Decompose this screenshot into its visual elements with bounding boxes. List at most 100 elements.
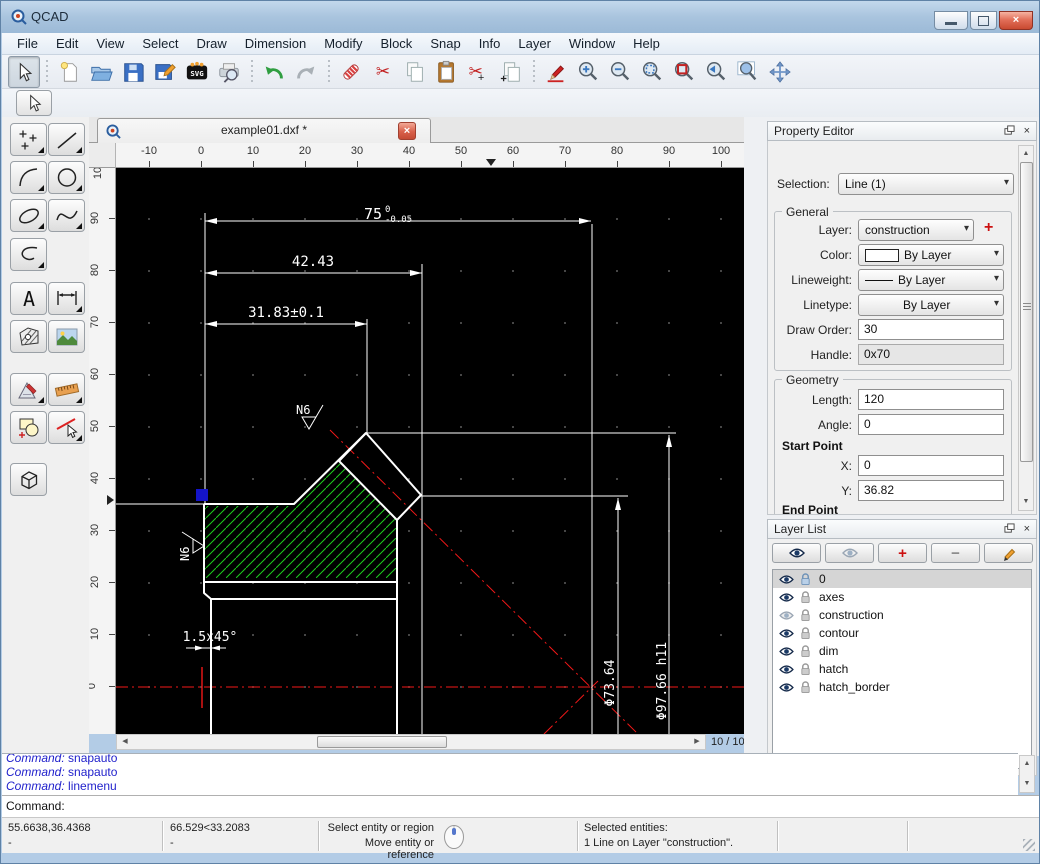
- draw-pencil-button[interactable]: [540, 56, 572, 88]
- angle-input[interactable]: 0: [858, 414, 1004, 435]
- close-button[interactable]: ×: [999, 11, 1033, 30]
- remove-layer-button[interactable]: −: [931, 543, 980, 563]
- command-history[interactable]: Command: snapauto Command: snapauto Comm…: [2, 753, 1018, 795]
- linetype-combo[interactable]: By Layer ▾: [858, 294, 1004, 316]
- tab-close-button[interactable]: ×: [398, 122, 416, 140]
- point-tool[interactable]: [10, 123, 47, 156]
- copy-button[interactable]: [399, 56, 431, 88]
- edit-layer-button[interactable]: [984, 543, 1033, 563]
- property-editor-title-bar[interactable]: Property Editor ×: [767, 121, 1037, 141]
- reset-tool-button[interactable]: [335, 56, 367, 88]
- isometric-projection-tool[interactable]: [10, 463, 47, 496]
- scroll-right-icon[interactable]: ▶: [690, 735, 704, 749]
- menu-help[interactable]: Help: [624, 34, 669, 53]
- drawing-canvas[interactable]: 75 0 -0.05 42.43 31.83±0.1 1.5x45° Φ73.6…: [116, 168, 744, 734]
- selection-combo[interactable]: Line (1) ▾: [838, 173, 1014, 195]
- zoom-in-button[interactable]: [572, 56, 604, 88]
- scroll-left-icon[interactable]: ◀: [118, 735, 132, 749]
- minimize-button[interactable]: [934, 11, 968, 30]
- selection-pointer-button[interactable]: [16, 90, 52, 116]
- layer-row-0[interactable]: 0: [773, 570, 1031, 588]
- layer-row-hatch[interactable]: hatch: [773, 660, 1031, 678]
- menu-select[interactable]: Select: [133, 34, 187, 53]
- hide-all-layers-button[interactable]: [825, 543, 874, 563]
- float-panel-icon[interactable]: [1004, 125, 1015, 136]
- layer-visible-icon[interactable]: [779, 628, 794, 639]
- image-tool[interactable]: [48, 320, 85, 353]
- command-input[interactable]: Command:: [2, 795, 1040, 817]
- document-tab[interactable]: example01.dxf * ×: [97, 118, 431, 143]
- layer-lock-icon[interactable]: [800, 573, 811, 586]
- zoom-to-selection-button[interactable]: [668, 56, 700, 88]
- undo-button[interactable]: [258, 56, 290, 88]
- layer-visible-icon[interactable]: [779, 682, 794, 693]
- close-panel-icon[interactable]: ×: [1024, 523, 1030, 535]
- modify-select-tool[interactable]: [48, 411, 85, 444]
- color-combo[interactable]: By Layer ▾: [858, 244, 1004, 266]
- svg-export-button[interactable]: SVG: [181, 56, 213, 88]
- ellipse-tool[interactable]: [10, 199, 47, 232]
- save-as-button[interactable]: [149, 56, 181, 88]
- restore-button[interactable]: [970, 11, 997, 30]
- menu-modify[interactable]: Modify: [315, 34, 371, 53]
- arc-tool[interactable]: [10, 161, 47, 194]
- property-editor-scrollbar[interactable]: ▲ ▼: [1018, 145, 1034, 511]
- save-button[interactable]: [117, 56, 149, 88]
- scroll-down-icon[interactable]: ▼: [1019, 495, 1033, 509]
- layer-visible-icon[interactable]: [779, 646, 794, 657]
- show-all-layers-button[interactable]: [772, 543, 821, 563]
- redo-button[interactable]: [290, 56, 322, 88]
- layer-hidden-icon[interactable]: [779, 610, 794, 621]
- title-bar[interactable]: QCAD ×: [1, 1, 1040, 33]
- menu-edit[interactable]: Edit: [47, 34, 87, 53]
- scroll-up-icon[interactable]: ▲: [1020, 757, 1034, 771]
- spline-tool[interactable]: [48, 199, 85, 232]
- menu-window[interactable]: Window: [560, 34, 624, 53]
- menu-dimension[interactable]: Dimension: [236, 34, 315, 53]
- selection-reference-marker[interactable]: [196, 489, 208, 501]
- auto-zoom-button[interactable]: [636, 56, 668, 88]
- zoom-out-button[interactable]: [604, 56, 636, 88]
- layer-row-construction[interactable]: construction: [773, 606, 1031, 624]
- draw-order-input[interactable]: 30: [858, 319, 1004, 340]
- layer-lock-icon[interactable]: [800, 609, 811, 622]
- line-tool[interactable]: [48, 123, 85, 156]
- layer-lock-icon[interactable]: [800, 591, 811, 604]
- open-file-button[interactable]: [85, 56, 117, 88]
- paste-button[interactable]: [431, 56, 463, 88]
- layer-lock-icon[interactable]: [800, 663, 811, 676]
- layer-visible-icon[interactable]: [779, 574, 794, 585]
- modify-lengthen-tool[interactable]: [48, 373, 85, 406]
- copy-with-reference-button[interactable]: [495, 56, 527, 88]
- menu-file[interactable]: File: [8, 34, 47, 53]
- layer-row-dim[interactable]: dim: [773, 642, 1031, 660]
- start-x-input[interactable]: 0: [858, 455, 1004, 476]
- menu-info[interactable]: Info: [470, 34, 510, 53]
- window-resize-grip[interactable]: [1023, 839, 1035, 851]
- add-layer-button[interactable]: +: [878, 543, 927, 563]
- new-file-button[interactable]: [53, 56, 85, 88]
- cut-button[interactable]: ✂: [367, 56, 399, 88]
- layer-visible-icon[interactable]: [779, 664, 794, 675]
- add-layer-plus-icon[interactable]: +: [984, 219, 993, 237]
- menu-layer[interactable]: Layer: [509, 34, 560, 53]
- layer-row-hatch-border[interactable]: hatch_border: [773, 678, 1031, 696]
- layer-combo[interactable]: construction ▾: [858, 219, 974, 241]
- previous-view-button[interactable]: [700, 56, 732, 88]
- layer-list-title-bar[interactable]: Layer List ×: [767, 519, 1037, 539]
- info-measure-tool[interactable]: [10, 373, 47, 406]
- menu-snap[interactable]: Snap: [421, 34, 469, 53]
- scroll-thumb[interactable]: [1020, 162, 1033, 462]
- horizontal-scroll-thumb[interactable]: [317, 736, 447, 748]
- print-preview-button[interactable]: [213, 56, 245, 88]
- menu-block[interactable]: Block: [372, 34, 422, 53]
- scroll-down-icon[interactable]: ▼: [1020, 777, 1034, 791]
- layer-row-axes[interactable]: axes: [773, 588, 1031, 606]
- scroll-up-icon[interactable]: ▲: [1019, 147, 1033, 161]
- length-input[interactable]: 120: [858, 389, 1004, 410]
- cut-with-reference-button[interactable]: ✂ +: [463, 56, 495, 88]
- menu-view[interactable]: View: [87, 34, 133, 53]
- float-panel-icon[interactable]: [1004, 523, 1015, 534]
- horizontal-scrollbar[interactable]: ◀ ▶: [116, 734, 706, 750]
- hatch-tool[interactable]: [10, 320, 47, 353]
